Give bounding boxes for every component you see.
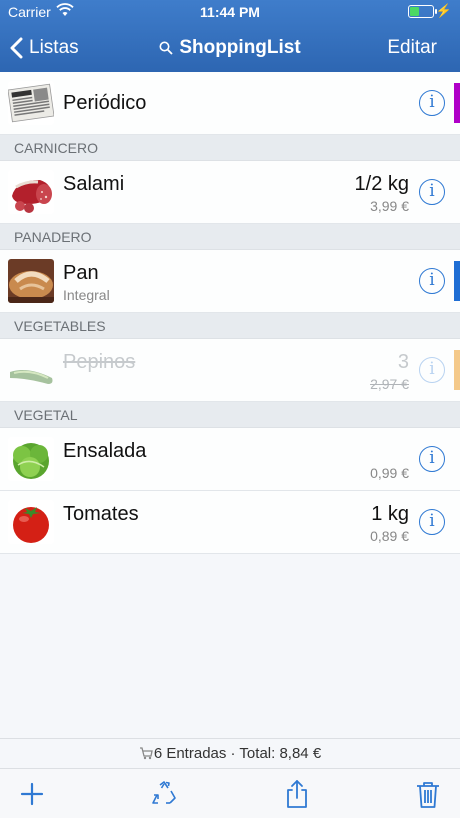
list-item[interactable]: Tomates 1 kg 0,89 € i [0, 491, 460, 554]
summary-text: 6 Entradas · Total: 8,84 € [153, 745, 322, 762]
cart-icon [139, 741, 153, 771]
charging-icon: ⚡ [435, 3, 452, 18]
item-price: 0,89 € [370, 528, 409, 544]
item-name: Tomates [63, 503, 139, 525]
nav-bar: Listas ShoppingList Editar [0, 24, 460, 72]
trash-icon[interactable] [413, 779, 443, 809]
color-tag [454, 350, 460, 390]
item-quantity: 1/2 kg [354, 173, 409, 195]
section-header: CARNICERO [0, 135, 460, 161]
shopping-list: Periódico i CARNICERO Salami 1/2 kg 3,99… [0, 72, 460, 554]
item-price: 2,97 € [370, 376, 409, 392]
bottom-toolbar [0, 768, 460, 818]
item-quantity: 3 [397, 351, 409, 373]
share-icon[interactable] [282, 779, 312, 809]
salami-image [8, 170, 54, 214]
list-item[interactable]: Periódico i [0, 72, 460, 135]
list-item[interactable]: Ensalada 0,99 € i [0, 428, 460, 491]
tomato-image [8, 500, 54, 544]
list-item[interactable]: Pepinos 3 2,97 € i [0, 339, 460, 402]
status-bar: Carrier 11:44 PM ⚡ [0, 0, 460, 24]
item-quantity: 1 kg [371, 503, 409, 525]
section-header: VEGETAL [0, 402, 460, 428]
status-time: 11:44 PM [200, 4, 260, 20]
header: Carrier 11:44 PM ⚡ Listas ShoppingList E… [0, 0, 460, 72]
newspaper-image [8, 81, 54, 125]
item-name: Pepinos [63, 351, 136, 373]
color-tag [454, 261, 460, 301]
info-icon[interactable]: i [419, 509, 445, 535]
info-icon[interactable]: i [419, 446, 445, 472]
recycle-icon[interactable] [149, 779, 179, 809]
cucumber-image [8, 348, 54, 392]
battery-icon [408, 5, 437, 18]
section-header: VEGETABLES [0, 313, 460, 339]
list-item[interactable]: Pan Integral i [0, 250, 460, 313]
plus-icon[interactable] [17, 779, 47, 809]
item-name: Salami [63, 173, 125, 195]
info-icon[interactable]: i [419, 179, 445, 205]
edit-button[interactable]: Editar [387, 37, 437, 59]
item-name: Ensalada [63, 440, 147, 462]
list-item[interactable]: Salami 1/2 kg 3,99 € i [0, 161, 460, 224]
color-tag [454, 83, 460, 123]
item-name: Periódico [63, 92, 147, 114]
item-price: 0,99 € [370, 465, 409, 481]
search-icon [159, 39, 173, 61]
item-name: Pan [63, 262, 99, 284]
info-icon[interactable]: i [419, 268, 445, 294]
title-text: ShoppingList [179, 37, 301, 58]
summary-bar: 6 Entradas · Total: 8,84 € [0, 738, 460, 768]
section-header: PANADERO [0, 224, 460, 250]
item-note: Integral [63, 287, 110, 303]
info-icon[interactable]: i [419, 357, 445, 383]
item-price: 3,99 € [370, 198, 409, 214]
info-icon[interactable]: i [419, 90, 445, 116]
lettuce-image [8, 437, 54, 481]
bread-image [8, 259, 54, 303]
